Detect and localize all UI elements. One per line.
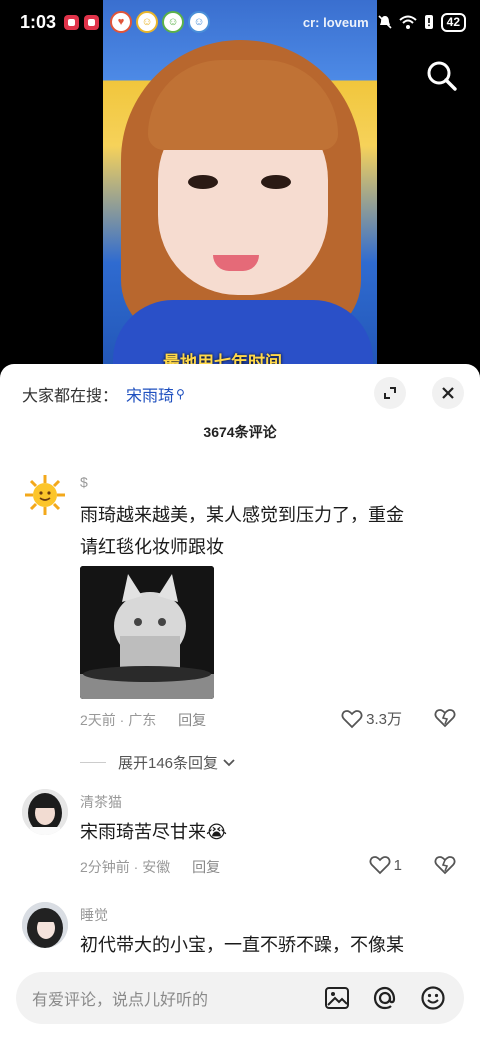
video-player[interactable]: 最地用七年时间 [103,0,377,365]
comment-text: 雨琦越来越美，某人感觉到压力了，重金 [80,505,404,525]
reply-button[interactable]: 回复 [178,712,206,728]
heart-face-icon: ♥ [110,11,133,33]
notification-app-icon [84,14,100,30]
image-icon [325,987,349,1009]
sun-avatar-icon [25,475,65,515]
user-photo [22,902,68,948]
comment-input[interactable]: 有爱评论，说点儿好听的 [16,972,464,1024]
smile-face-icon: ☺ [162,11,185,33]
video-subtitle: 最地用七年时间 [163,353,282,365]
search-icon: ⚲ [176,387,185,401]
dislike-icon [434,856,456,875]
avatar[interactable] [22,789,68,835]
status-icons: 42 [377,12,466,32]
avatar[interactable] [22,472,68,518]
dislike-icon [434,709,456,728]
emoji-sticker-row: ♥ ☺ ☺ ☺ [110,11,211,33]
heart-icon [341,709,363,728]
video-frame-eye [188,175,218,189]
expand-icon [384,387,396,399]
battery-level: 42 [440,12,466,32]
image-button[interactable] [322,983,352,1013]
comment-text: 初代带大的小宝，一直不骄不躁，不像某 [80,935,404,955]
suggestion-prefix: 大家都在搜： [22,388,119,405]
heart-icon [369,856,391,875]
avatar[interactable] [22,902,68,948]
comment-input-bar: 有爱评论，说点儿好听的 [0,960,480,1038]
mute-icon [378,15,392,29]
search-button[interactable] [424,58,460,94]
cat-photo [80,566,214,699]
dislike-button[interactable] [434,708,456,733]
comment-time: 2天前 · 广东 [80,712,157,728]
like-button[interactable]: 1 [369,855,402,875]
like-count: 3.3万 [366,711,402,728]
video-frame-eye [261,175,291,189]
reply-button[interactable]: 回复 [192,859,220,875]
comment-username[interactable]: $ [80,474,88,490]
status-time: 1:03 [20,11,57,32]
comment-image[interactable] [80,566,214,699]
expand-button[interactable] [374,377,406,409]
mention-button[interactable] [370,983,400,1013]
search-icon [427,61,457,91]
comment-input-placeholder: 有爱评论，说点儿好听的 [32,992,209,1009]
close-button[interactable] [432,377,464,409]
expand-replies-label: 展开146条回复 [118,755,219,772]
at-icon [373,986,396,1010]
emoji-button[interactable] [418,983,448,1013]
comment-username[interactable]: 清茶猫 [80,792,122,812]
comment-meta: 2分钟前 · 安徽 回复 [80,857,220,877]
suggestion-link[interactable]: 宋雨琦 [126,382,174,406]
search-suggestion-bar: 大家都在搜： 宋雨琦 ⚲ [0,364,480,424]
comment-count: 3674条评论 [203,424,277,440]
alert-icon [424,15,433,29]
notification-app-icon [64,14,80,30]
comment-meta: 2天前 · 广东 回复 [80,710,206,730]
comment-username[interactable]: 睡觉 [80,905,108,925]
smile-face-icon: ☺ [188,11,211,33]
close-icon [442,387,454,399]
smile-face-icon: ☺ [136,11,159,33]
comment-time: 2分钟前 · 安徽 [80,859,171,875]
divider-line [80,762,106,763]
like-button[interactable]: 3.3万 [341,708,402,729]
emoji-icon [421,986,445,1010]
comment-text: 请红毯化妆师跟妆 [80,537,224,557]
comment-text: 宋雨琦苦尽甘来😭 [80,822,228,842]
chevron-down-icon [223,758,235,766]
comment-sheet: 大家都在搜： 宋雨琦 ⚲ 3674条评论 $ 雨琦越来越美，某人感觉到压力了，重… [0,364,480,1038]
expand-replies-button[interactable]: 展开146条回复 [80,752,236,773]
status-bar: 1:03 ♥ ☺ ☺ ☺ cr: loveum 42 [0,0,480,44]
wifi-icon [398,15,417,29]
user-photo [22,789,68,835]
like-count: 1 [393,856,402,874]
dislike-button[interactable] [434,855,456,880]
video-watermark: cr: loveum [302,14,369,30]
